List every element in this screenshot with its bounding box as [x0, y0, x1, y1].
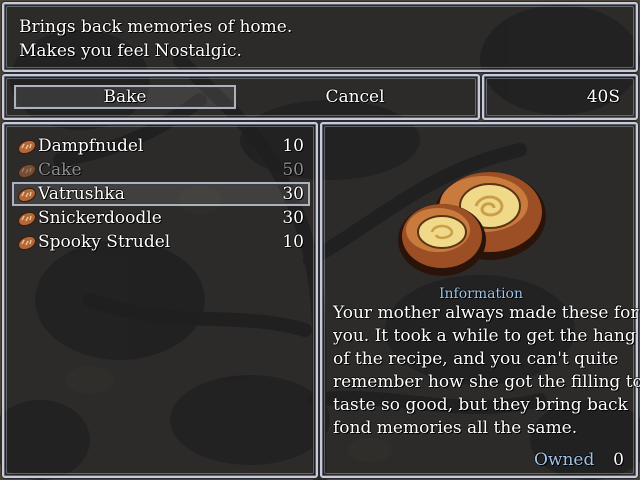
vatrushka-pastry-image	[398, 172, 546, 276]
command-window: Bake Cancel	[2, 74, 480, 120]
description-line: of the recipe, and you can't quite	[333, 349, 619, 369]
bread-icon	[17, 211, 37, 227]
bread-icon	[17, 235, 37, 251]
owned-value: 0	[613, 450, 624, 470]
bread-icon	[17, 187, 37, 203]
bread-icon	[17, 163, 37, 179]
help-window: Brings back memories of home. Makes you …	[2, 2, 638, 72]
item-count: 30	[282, 184, 304, 204]
item-count: 10	[282, 136, 304, 156]
info-window: Information Your mother always made thes…	[320, 122, 640, 478]
currency-value: 40S	[586, 87, 620, 107]
recipe-list-window: Dampfnudel 10 Cake 50 Vatrushka 30 Snick…	[2, 122, 318, 478]
list-item[interactable]: Dampfnudel 10	[12, 134, 308, 158]
list-item[interactable]: Vatrushka 30	[12, 182, 310, 206]
help-text-line-2: Makes you feel Nostalgic.	[19, 41, 242, 61]
description-line: you. It took a while to get the hang	[333, 326, 636, 346]
item-name: Dampfnudel	[38, 136, 144, 156]
item-name: Vatrushka	[38, 184, 125, 204]
item-count: 10	[282, 232, 304, 252]
currency-window: 40S	[482, 74, 638, 120]
bake-button[interactable]: Bake	[14, 85, 236, 109]
item-count: 30	[282, 208, 304, 228]
bread-icon	[17, 139, 37, 155]
item-name: Snickerdoodle	[38, 208, 162, 228]
description-line: Your mother always made these for	[333, 303, 639, 323]
owned-label: Owned	[534, 450, 595, 470]
cancel-button[interactable]: Cancel	[244, 85, 466, 109]
item-name: Cake	[38, 160, 82, 180]
list-item[interactable]: Spooky Strudel 10	[12, 230, 308, 254]
description-line: remember how she got the filling to	[333, 372, 640, 392]
list-item[interactable]: Snickerdoodle 30	[12, 206, 308, 230]
description-line: fond memories all the same.	[333, 418, 578, 438]
cancel-label: Cancel	[325, 87, 385, 107]
bake-label: Bake	[103, 87, 147, 107]
item-count: 50	[282, 160, 304, 180]
description-line: taste so good, but they bring back	[333, 395, 628, 415]
help-text-line-1: Brings back memories of home.	[19, 17, 293, 37]
list-item[interactable]: Cake 50	[12, 158, 308, 182]
item-name: Spooky Strudel	[38, 232, 171, 252]
